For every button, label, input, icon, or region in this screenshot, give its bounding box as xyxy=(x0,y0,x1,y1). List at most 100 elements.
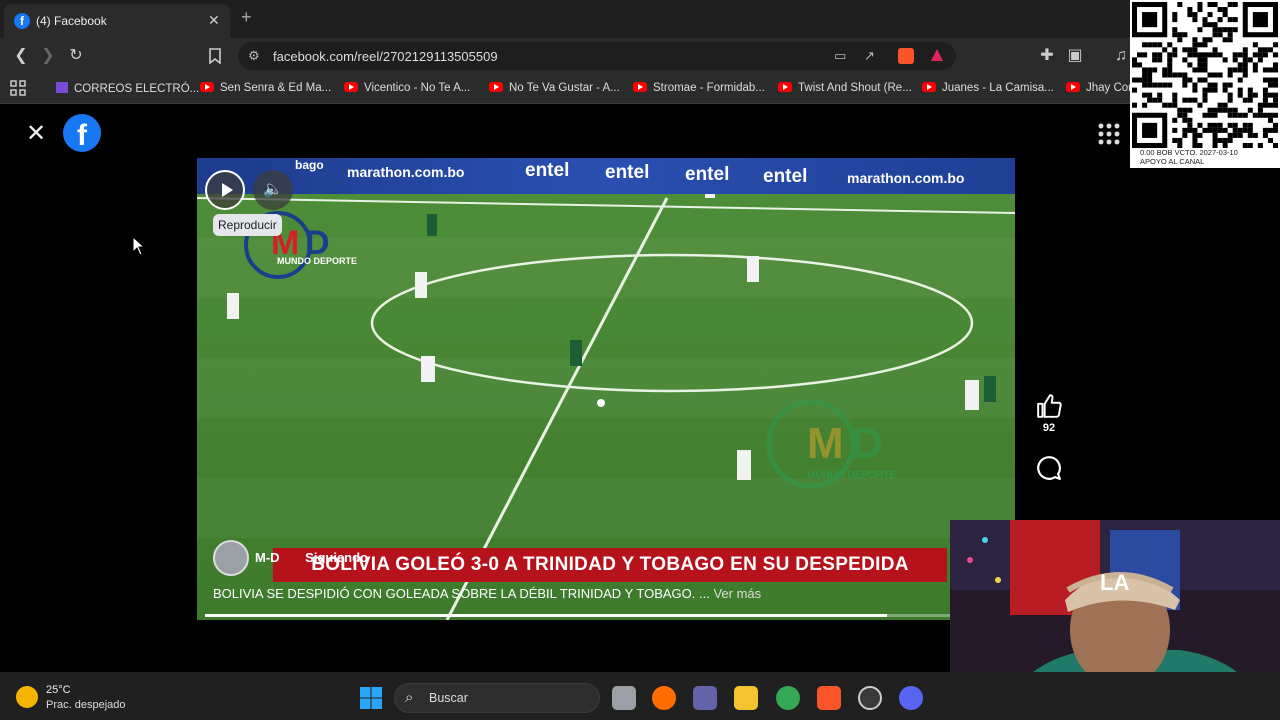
weather-sun-icon xyxy=(16,686,38,708)
qr-caption: 0.00 BOB VCTO. 2027-03-10 APOYO AL CANAL xyxy=(1140,148,1238,166)
extensions-icon[interactable]: ✚ xyxy=(1036,45,1058,67)
bookmark-item[interactable]: No Te Va Gustar - A... xyxy=(489,82,620,94)
bookmark-item[interactable]: Jhay Cort xyxy=(1066,82,1135,94)
weather-condition: Prac. despejado xyxy=(46,699,126,711)
close-icon[interactable]: ✕ xyxy=(26,119,46,148)
ad-text: entel xyxy=(525,160,570,181)
teams-icon[interactable] xyxy=(693,686,717,710)
ad-text: entel xyxy=(605,162,650,183)
bookmark-label: Juanes - La Camisa... xyxy=(942,82,1054,94)
url-text: facebook.com/reel/2702129113505509 xyxy=(273,49,498,64)
youtube-icon xyxy=(922,82,936,92)
headline-banner: BOLIVIA GOLEÓ 3-0 A TRINIDAD Y TOBAGO EN… xyxy=(273,548,947,582)
bookmark-label: Sen Senra & Ed Ma... xyxy=(220,82,332,94)
like-count: 92 xyxy=(1042,422,1056,434)
tab-strip: f (4) Facebook ✕ + xyxy=(0,0,1280,38)
tab-facebook[interactable]: f (4) Facebook ✕ xyxy=(4,4,230,38)
youtube-icon xyxy=(344,82,358,92)
ad-text: marathon.com.bo xyxy=(847,170,965,186)
facebook-logo-icon[interactable]: f xyxy=(63,114,101,152)
brave-shields-icon[interactable] xyxy=(898,48,914,64)
bookmark-label: No Te Va Gustar - A... xyxy=(509,82,620,94)
youtube-icon xyxy=(1066,82,1080,92)
bookmark-label: Vicentico - No Te A... xyxy=(364,82,471,94)
obs-icon[interactable] xyxy=(858,686,882,710)
youtube-icon xyxy=(200,82,214,92)
taskbar-search[interactable]: ⌕ Buscar xyxy=(394,683,600,713)
tab-title: (4) Facebook xyxy=(36,14,107,28)
bookmark-label: Stromae - Formidab... xyxy=(653,82,765,94)
tab-close-icon[interactable]: ✕ xyxy=(208,12,220,29)
apps-grid-icon[interactable] xyxy=(10,80,26,99)
search-placeholder: Buscar xyxy=(429,691,468,705)
ad-text: marathon.com.bo xyxy=(347,164,465,180)
svg-text:D: D xyxy=(851,419,883,468)
svg-text:M: M xyxy=(807,419,844,468)
reload-icon[interactable]: ↻ xyxy=(65,45,87,67)
cast-icon[interactable]: ▭ xyxy=(834,48,846,64)
playlist-icon xyxy=(56,82,68,93)
advertising-boards: marathon.com.bo entel entel entel entel … xyxy=(197,158,1015,194)
facebook-favicon-icon: f xyxy=(14,13,30,29)
see-more-link[interactable]: Ver más xyxy=(713,586,761,601)
discord-icon[interactable] xyxy=(899,686,923,710)
follow-status[interactable]: Siguiendo xyxy=(305,550,368,565)
bookmark-label: Jhay Cort xyxy=(1086,82,1136,94)
file-explorer-icon[interactable] xyxy=(734,686,758,710)
weather-temperature: 25°C xyxy=(46,684,71,696)
back-icon[interactable]: ❮ xyxy=(10,45,32,67)
caption: BOLIVIA SE DESPIDIÓ CON GOLEADA SOBRE LA… xyxy=(213,586,761,601)
bookmark-item[interactable]: Juanes - La Camisa... xyxy=(922,82,1054,94)
windows-start-icon[interactable] xyxy=(359,686,383,710)
bookmark-item[interactable]: Sen Senra & Ed Ma... xyxy=(200,82,331,94)
caption-text: BOLIVIA SE DESPIDIÓ CON GOLEADA SOBRE LA… xyxy=(213,586,710,601)
svg-text:LA: LA xyxy=(1100,570,1129,595)
youtube-icon xyxy=(778,82,792,92)
windows-taskbar xyxy=(0,672,1280,720)
bookmark-item[interactable]: Stromae - Formidab... xyxy=(633,82,765,94)
bookmark-label: CORREOS ELECTRÓ... xyxy=(74,83,200,95)
forward-icon[interactable]: ❯ xyxy=(37,45,59,67)
bookmark-item[interactable]: CORREOS ELECTRÓ... xyxy=(56,82,199,95)
new-tab-icon[interactable]: + xyxy=(241,7,252,28)
firefox-icon[interactable] xyxy=(652,686,676,710)
ad-text: entel xyxy=(763,166,808,187)
ad-text: entel xyxy=(685,164,730,185)
youtube-icon xyxy=(633,82,647,92)
browser-toolbar: ❮ ❯ ↻ ⚙ facebook.com/reel/27021291135055… xyxy=(0,38,1280,74)
task-view-icon[interactable] xyxy=(612,686,636,710)
youtube-icon xyxy=(489,82,503,92)
brave-rewards-icon[interactable] xyxy=(930,48,944,65)
qr-amount: 0.00 BOB VCTO. 2027-03-10 xyxy=(1140,148,1238,157)
play-button[interactable] xyxy=(205,170,245,210)
bookmark-item[interactable]: Vicentico - No Te A... xyxy=(344,82,470,94)
qr-label: APOYO AL CANAL xyxy=(1140,157,1205,166)
site-settings-icon[interactable]: ⚙ xyxy=(248,48,260,64)
like-icon[interactable] xyxy=(1036,393,1062,419)
author-name[interactable]: M-D xyxy=(255,550,280,565)
search-icon: ⌕ xyxy=(405,689,414,706)
ad-text: bago xyxy=(295,158,324,172)
volume-button[interactable]: 🔈 xyxy=(253,170,293,210)
bookmark-icon[interactable] xyxy=(204,45,226,67)
menu-grid-icon[interactable] xyxy=(1097,122,1121,146)
progress-fill xyxy=(205,614,887,617)
reel-video[interactable]: marathon.com.bo entel entel entel entel … xyxy=(197,158,1015,620)
bookmarks-bar: CORREOS ELECTRÓ... Sen Senra & Ed Ma... … xyxy=(0,74,1280,104)
play-tooltip: Reproducir xyxy=(213,214,282,236)
brave-icon[interactable] xyxy=(817,686,841,710)
watermark-text: MUNDO DEPORTE xyxy=(277,256,358,266)
watermark-text: MUNDO DEPORTE xyxy=(807,470,896,481)
chrome-icon[interactable] xyxy=(776,686,800,710)
bookmark-item[interactable]: Twist And Shout (Re... xyxy=(778,82,912,94)
mouse-cursor-icon xyxy=(132,236,146,256)
share-icon[interactable]: ↗ xyxy=(864,48,875,64)
address-bar[interactable]: ⚙ facebook.com/reel/2702129113505509 ▭ ↗ xyxy=(238,42,956,70)
video-progress-bar[interactable] xyxy=(205,614,1007,617)
media-icon[interactable]: ♫ xyxy=(1110,45,1132,67)
avatar[interactable] xyxy=(213,540,249,576)
comment-icon[interactable] xyxy=(1036,455,1062,481)
sidebar-icon[interactable]: ▣ xyxy=(1064,45,1086,67)
bookmark-label: Twist And Shout (Re... xyxy=(798,82,912,94)
qr-code-icon xyxy=(1132,2,1278,148)
